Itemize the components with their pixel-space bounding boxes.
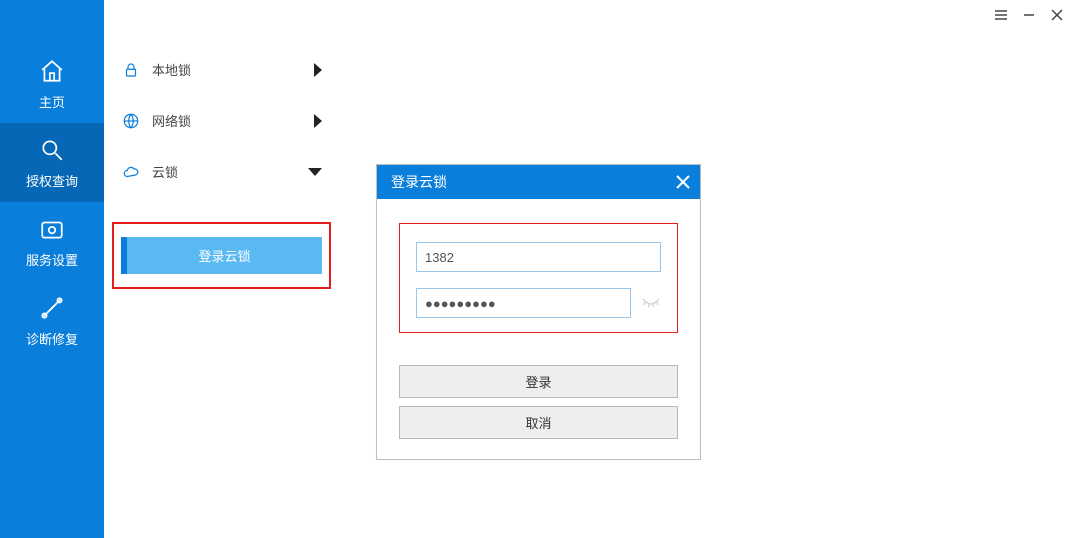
sidebar-item-diagnose-repair[interactable]: 诊断修复 — [0, 281, 104, 360]
dialog-buttons: 登录 取消 — [399, 365, 678, 439]
sidebar: 主页 授权查询 服务设置 诊断修复 — [0, 0, 104, 538]
sidebar-item-label: 诊断修复 — [26, 329, 78, 348]
dialog-close-icon[interactable] — [676, 175, 690, 189]
list-item-label: 本地锁 — [152, 60, 314, 79]
lock-list: 本地锁 网络锁 云锁 — [104, 44, 334, 197]
search-icon — [39, 137, 65, 163]
sidebar-item-service-settings[interactable]: 服务设置 — [0, 202, 104, 281]
settings-icon — [39, 216, 65, 242]
password-input[interactable] — [416, 288, 631, 318]
dialog-titlebar: 登录云锁 — [377, 165, 700, 199]
chevron-right-icon — [314, 114, 322, 128]
username-row — [416, 242, 661, 272]
login-button[interactable]: 登录 — [399, 365, 678, 398]
login-highlight: 登录云锁 — [112, 222, 331, 289]
sidebar-item-auth-query[interactable]: 授权查询 — [0, 123, 104, 202]
sidebar-item-label: 服务设置 — [26, 250, 78, 269]
menu-icon[interactable] — [994, 8, 1008, 22]
cancel-button[interactable]: 取消 — [399, 406, 678, 439]
lock-icon — [122, 61, 140, 79]
password-row — [416, 288, 661, 318]
list-item-label: 云锁 — [152, 162, 308, 181]
sidebar-item-label: 主页 — [39, 92, 65, 111]
list-item-network-lock[interactable]: 网络锁 — [104, 95, 334, 146]
close-icon[interactable] — [1050, 8, 1064, 22]
username-input[interactable] — [416, 242, 661, 272]
sidebar-item-label: 授权查询 — [26, 171, 78, 190]
minimize-icon[interactable] — [1022, 8, 1036, 22]
login-cloud-button[interactable]: 登录云锁 — [121, 237, 322, 274]
tools-icon — [39, 295, 65, 321]
list-item-label: 网络锁 — [152, 111, 314, 130]
chevron-right-icon — [314, 63, 322, 77]
list-item-cloud-lock[interactable]: 云锁 — [104, 146, 334, 197]
eye-icon[interactable] — [641, 297, 661, 309]
home-icon — [39, 58, 65, 84]
dialog-body: 登录 取消 — [377, 199, 700, 459]
chevron-down-icon — [308, 168, 322, 176]
fields-highlight — [399, 223, 678, 333]
cloud-icon — [122, 163, 140, 181]
list-item-local-lock[interactable]: 本地锁 — [104, 44, 334, 95]
login-dialog: 登录云锁 登录 取消 — [376, 164, 701, 460]
window-controls — [994, 8, 1064, 22]
dialog-title-text: 登录云锁 — [391, 172, 447, 192]
network-icon — [122, 112, 140, 130]
sidebar-item-home[interactable]: 主页 — [0, 44, 104, 123]
